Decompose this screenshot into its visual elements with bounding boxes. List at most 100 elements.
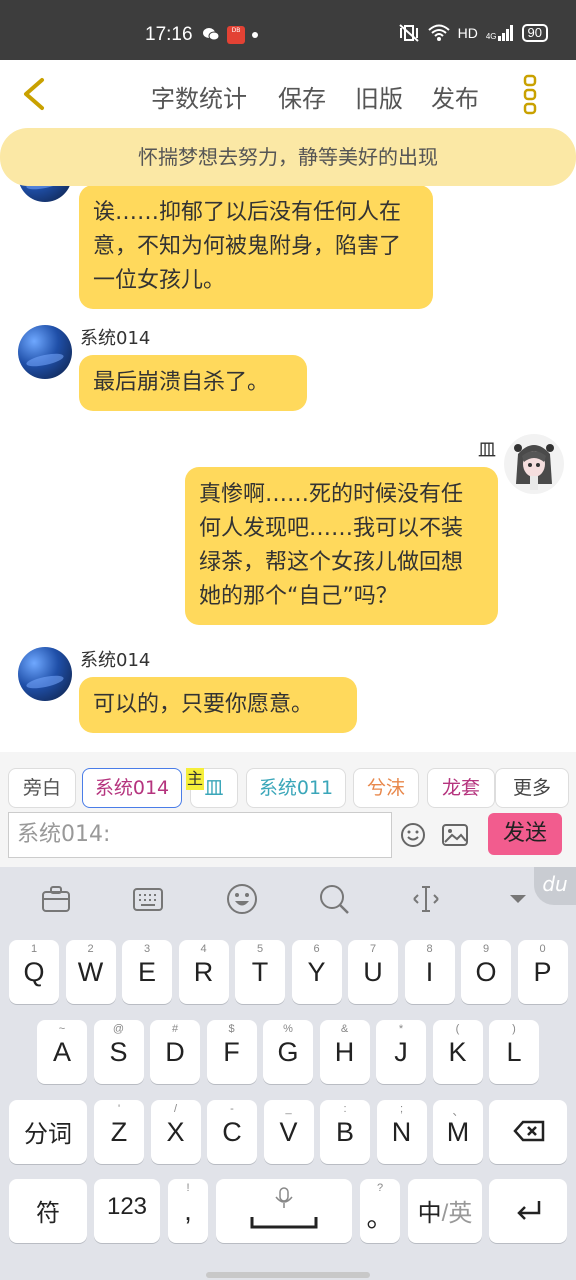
wifi-icon (427, 24, 450, 41)
key-l[interactable]: ) L (489, 1020, 539, 1084)
number-key[interactable]: 123 (94, 1179, 160, 1243)
enter-key[interactable] (489, 1179, 567, 1243)
more-vertical-icon[interactable] (522, 74, 538, 116)
key-label: Z (110, 1117, 128, 1147)
character-chip-ximo[interactable]: 兮沫 (353, 768, 419, 808)
key-x[interactable]: / X (150, 1100, 201, 1164)
key-n[interactable]: ; N (376, 1100, 427, 1164)
emoji-icon[interactable] (226, 883, 258, 915)
character-selector-bar: 旁白 系统014 皿 系统011 兮沫 龙套 更多 系统014: 发送 (0, 752, 576, 867)
girl-portrait-icon (514, 444, 554, 490)
key-y[interactable]: 6Y (291, 940, 342, 1004)
key-hint: - (230, 1103, 234, 1115)
key-label: W (77, 957, 104, 987)
word-count-button[interactable]: 字数统计 (151, 79, 247, 114)
avatar-system014[interactable] (18, 647, 72, 701)
key-i[interactable]: 8I (404, 940, 455, 1004)
chat-area[interactable]: 诶……抑郁了以后没有任何人在意，不知为何被鬼附身，陷害了一位女孩儿。 系统014… (0, 128, 576, 752)
key-label: T (251, 957, 269, 987)
emoji-icon[interactable] (400, 822, 426, 848)
character-chip-system014[interactable]: 系统014 (82, 768, 182, 808)
key-label: S (109, 1037, 128, 1067)
home-indicator[interactable] (206, 1272, 370, 1278)
key-hint: 1 (30, 943, 38, 955)
notification-dot (252, 32, 258, 38)
key-label: A (52, 1037, 71, 1067)
soft-keyboard: du 1Q2W3E4R5T6Y7U8I9O0P ~ A @ S # D $ F% G & H * J(K… (0, 867, 576, 1280)
key-b[interactable]: :B (320, 1100, 370, 1164)
key-w[interactable]: 2W (65, 940, 116, 1004)
message-bubble[interactable]: 最后崩溃自杀了。 (79, 355, 307, 411)
key-q[interactable]: 1Q (9, 940, 59, 1004)
avatar-system014[interactable] (18, 325, 72, 379)
avatar-main-character[interactable] (504, 434, 564, 494)
message-input[interactable]: 系统014: (8, 812, 392, 858)
key-a[interactable]: ~ A (37, 1020, 87, 1084)
key-p[interactable]: 0P (517, 940, 568, 1004)
key-t[interactable]: 5T (235, 940, 285, 1004)
period-key[interactable]: ?。 (360, 1179, 400, 1243)
signal-label: 4G (485, 32, 497, 41)
period-key-label: 。 (366, 1203, 394, 1233)
key-s[interactable]: @ S (93, 1020, 144, 1084)
keyboard-layout-icon[interactable] (132, 883, 164, 915)
toolbox-icon[interactable] (40, 883, 72, 915)
key-label: K (448, 1037, 467, 1067)
character-chip-longtao[interactable]: 龙套 (427, 768, 495, 808)
period-key-hint: ? (376, 1182, 384, 1194)
chevron-left-icon[interactable] (18, 76, 50, 112)
save-button[interactable]: 保存 (278, 79, 326, 114)
key-d[interactable]: # D (150, 1020, 200, 1084)
key-label: Y (307, 957, 326, 987)
comma-key[interactable]: !, (168, 1179, 208, 1243)
cursor-move-icon[interactable] (410, 883, 442, 915)
key-c[interactable]: -C (207, 1100, 257, 1164)
publish-button[interactable]: 发布 (431, 79, 479, 114)
key-label: B (335, 1117, 354, 1147)
language-switch-key[interactable]: 中/英 (408, 1179, 482, 1243)
key-label: E (137, 957, 156, 987)
message-bubble[interactable]: 可以的，只要你愿意。 (79, 677, 357, 733)
key-m[interactable]: 、 M (433, 1100, 483, 1164)
old-version-button[interactable]: 旧版 (355, 79, 403, 114)
key-label: P (533, 957, 552, 987)
send-button[interactable]: 发送 (488, 813, 562, 855)
key-hint: 7 (369, 943, 377, 955)
key-u[interactable]: 7U (348, 940, 398, 1004)
space-bar-icon (250, 1217, 318, 1229)
key-v[interactable]: _ V (263, 1100, 314, 1164)
key-j[interactable]: * J (376, 1020, 426, 1084)
segment-key[interactable]: 分词 (9, 1100, 87, 1164)
key-label: N (391, 1117, 412, 1147)
key-hint: @ (112, 1023, 125, 1035)
key-label: J (394, 1037, 408, 1067)
key-z[interactable]: ' Z (94, 1100, 144, 1164)
character-chip-narration[interactable]: 旁白 (8, 768, 76, 808)
backspace-icon (513, 1120, 545, 1142)
key-f[interactable]: $ F (206, 1020, 257, 1084)
key-hint: : (343, 1103, 347, 1115)
space-key[interactable] (216, 1179, 352, 1243)
more-characters-button[interactable]: 更多 (495, 768, 569, 808)
image-icon[interactable] (442, 824, 468, 846)
symbol-key[interactable]: 符 (9, 1179, 87, 1243)
key-e[interactable]: 3E (122, 940, 172, 1004)
backspace-key[interactable] (489, 1100, 567, 1164)
message-bubble[interactable]: 诶……抑郁了以后没有任何人在意，不知为何被鬼附身，陷害了一位女孩儿。 (79, 185, 433, 309)
key-g[interactable]: % G (263, 1020, 313, 1084)
key-k[interactable]: (K (432, 1020, 483, 1084)
message-bubble[interactable]: 真惨啊……死的时候没有任何人发现吧……我可以不装绿茶，帮这个女孩儿做回想她的那个… (185, 467, 498, 625)
symbol-key-label: 符 (36, 1200, 60, 1227)
key-label: L (506, 1037, 522, 1067)
key-hint: % (283, 1023, 293, 1035)
key-hint: ~ (58, 1023, 66, 1035)
key-label: V (279, 1117, 298, 1147)
key-h[interactable]: & H (319, 1020, 370, 1084)
battery-indicator: 90 (521, 24, 548, 42)
search-icon[interactable] (318, 883, 350, 915)
key-r[interactable]: 4R (178, 940, 229, 1004)
hide-keyboard-icon[interactable] (504, 889, 532, 909)
network-type: HD (457, 25, 478, 41)
character-chip-system011[interactable]: 系统011 (246, 768, 346, 808)
key-o[interactable]: 9O (461, 940, 511, 1004)
